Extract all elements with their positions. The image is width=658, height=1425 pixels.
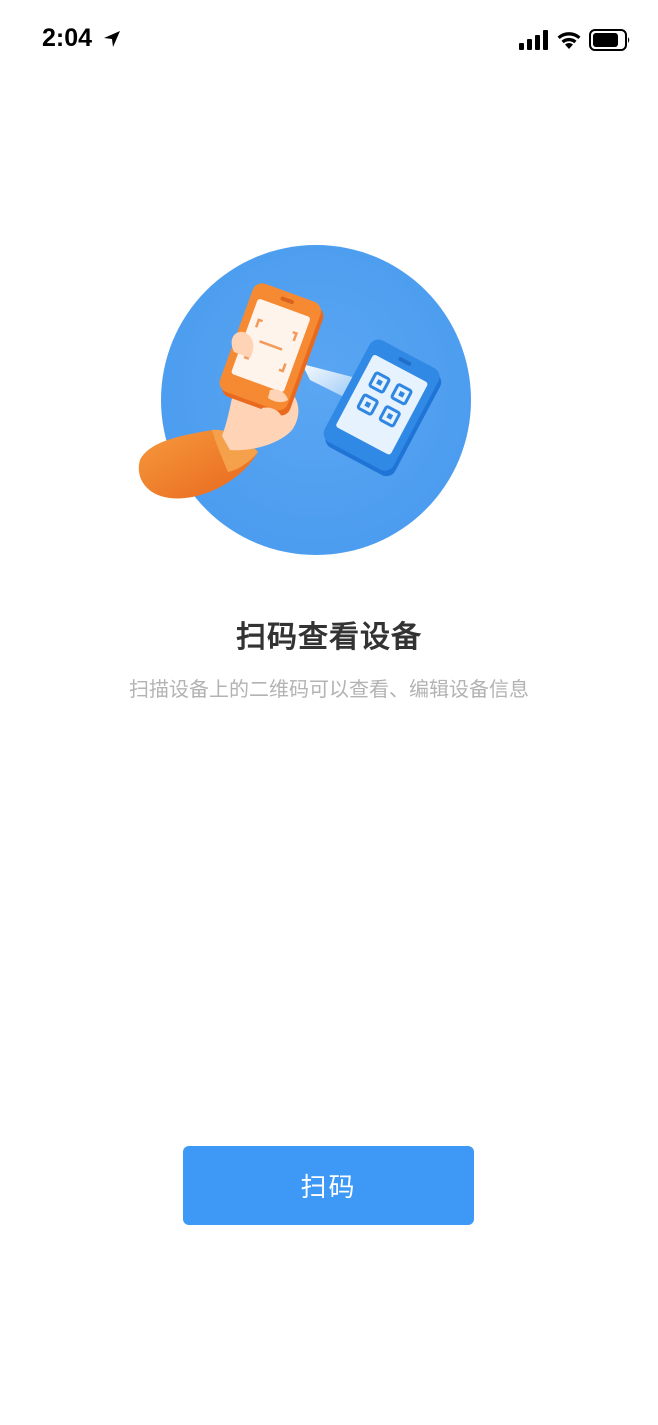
wifi-icon (557, 32, 581, 49)
scan-device-screen: 2:04 扫码查看设备 扫描设备上的二维码可以查看、编辑设备信息 扫码 (0, 0, 658, 1425)
page-title: 扫码查看设备 (236, 620, 422, 655)
scan-qr-code-illustration (138, 245, 471, 555)
battery-icon (589, 29, 630, 51)
scan-button[interactable]: 扫码 (183, 1146, 474, 1225)
location-arrow-icon (104, 31, 120, 47)
cellular-signal-icon (519, 30, 548, 50)
page-description: 扫描设备上的二维码可以查看、编辑设备信息 (129, 677, 529, 701)
status-time: 2:04 (42, 24, 93, 52)
status-bar: 2:04 (0, 0, 658, 80)
scan-button-label: 扫码 (300, 1173, 357, 1203)
